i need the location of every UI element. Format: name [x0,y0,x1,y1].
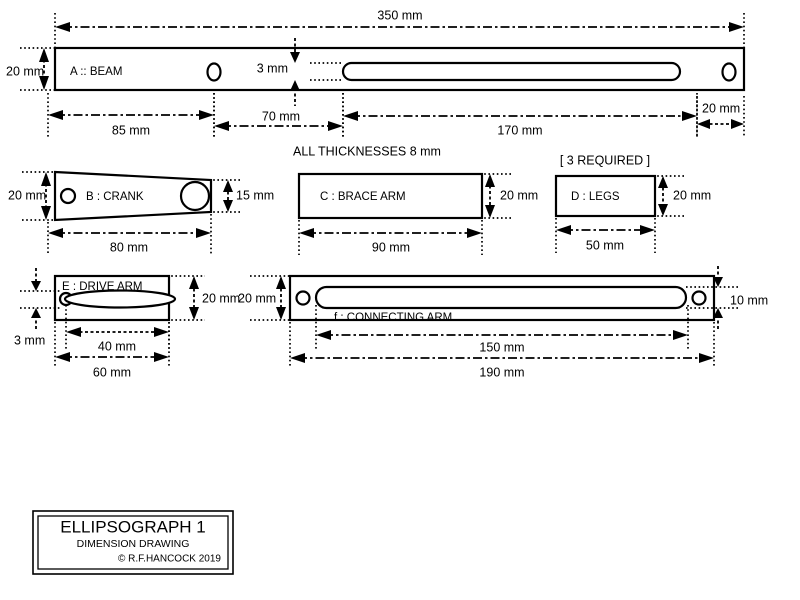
dim-beam-right-end: 20 mm [696,96,745,136]
connecting-arm-slot [314,285,688,310]
dim-brace-arm-height: 20 mm [480,173,538,219]
dim-brace-arm-length: 90 mm [298,220,483,255]
dim-label-crank-height-left: 20 mm [8,188,46,202]
dim-label-connecting-arm-slot-width: 10 mm [730,293,768,307]
dim-label-legs-length: 50 mm [586,238,624,252]
dim-crank-height-right: 15 mm [209,179,274,213]
drive-arm-label: E : DRIVE ARM [62,281,143,293]
drawing-canvas: 350 mm A :: BEAM 20 mm 3 mm 85 mm 70 mm … [6,8,768,575]
dim-label-beam-slot-offset: 3 mm [257,61,288,75]
dim-beam-height: 20 mm [6,47,58,91]
part-legs-group: [ 3 REQUIRED ] D : LEGS 20 mm 50 mm [554,153,711,253]
title-block: ELLIPSOGRAPH 1 DIMENSION DRAWING © R.F.H… [32,510,234,575]
connecting-arm-left-hole [295,290,311,306]
dim-crank-height-left: 20 mm [8,171,58,221]
dim-label-beam-hole-to-slot: 70 mm [262,109,300,123]
title-block-subtitle: DIMENSION DRAWING [77,538,190,550]
title-block-copyright: © R.F.HANCOCK 2019 [118,554,221,565]
note-all-thicknesses: ALL THICKNESSES 8 mm [293,144,441,158]
engineering-drawing-sheet: 350 mm A :: BEAM 20 mm 3 mm 85 mm 70 mm … [0,0,800,600]
dim-beam-slot-length: 170 mm [342,93,698,138]
part-drive-arm-group: E : DRIVE ARM 3 mm 20 mm 40 mm 60 mm [14,268,240,379]
dim-beam-hole-to-slot: 70 mm [213,93,344,138]
dim-label-drive-arm-slot-length: 40 mm [98,339,136,353]
brace-arm-label: C : BRACE ARM [320,191,406,203]
dim-label-drive-arm-edge-offset: 3 mm [14,333,45,347]
legs-label: D : LEGS [571,191,620,203]
beam-label: A :: BEAM [70,66,122,78]
dim-legs-height: 20 mm [653,175,711,217]
dim-drive-arm-edge-offset: 3 mm [14,268,60,347]
dim-label-crank-length: 80 mm [110,240,148,254]
crank-label: B : CRANK [86,191,144,203]
dim-drive-arm-height: 20 mm [167,275,240,321]
crank-right-hole [179,180,211,212]
dim-label-legs-height: 20 mm [673,188,711,202]
part-brace-arm-group: C : BRACE ARM 20 mm 90 mm [297,172,538,255]
title-block-title: ELLIPSOGRAPH 1 [60,517,206,536]
dim-label-brace-arm-length: 90 mm [372,240,410,254]
dim-connecting-arm-height: 20 mm [238,275,292,321]
dim-label-connecting-arm-height: 20 mm [238,291,276,305]
drive-arm-slot [63,289,177,309]
dim-label-crank-height-right: 15 mm [236,188,274,202]
connecting-arm-right-hole [691,290,707,306]
dim-label-beam-slot-length: 170 mm [497,123,542,137]
part-connecting-arm-group: f : CONNECTING ARM 20 mm 10 mm 150 mm 19… [238,266,768,379]
beam-right-hole [721,62,737,82]
beam-slot [341,61,682,82]
crank-left-hole [59,187,77,205]
part-beam-group: 350 mm A :: BEAM 20 mm 3 mm 85 mm 70 mm … [6,8,746,138]
dim-label-beam-hole-to-left: 85 mm [112,123,150,137]
dim-label-connecting-arm-slot-length: 150 mm [479,340,524,354]
dim-label-drive-arm-overall-length: 60 mm [93,365,131,379]
note-legs-required: [ 3 REQUIRED ] [560,153,650,167]
dim-label-beam-overall-length: 350 mm [377,8,422,22]
connecting-arm-label: f : CONNECTING ARM [334,312,452,324]
dim-label-beam-height: 20 mm [6,64,44,78]
dim-label-beam-right-end: 20 mm [702,101,740,115]
part-crank-group: B : CRANK 20 mm 15 mm 80 mm [8,170,274,254]
dim-label-drive-arm-height: 20 mm [202,291,240,305]
dim-label-brace-arm-height: 20 mm [500,188,538,202]
dim-beam-overall-length: 350 mm [54,8,745,48]
dim-label-connecting-arm-overall-length: 190 mm [479,365,524,379]
dim-beam-hole-to-left: 85 mm [47,93,215,138]
dim-legs-length: 50 mm [555,218,656,253]
beam-pivot-hole [206,62,222,82]
